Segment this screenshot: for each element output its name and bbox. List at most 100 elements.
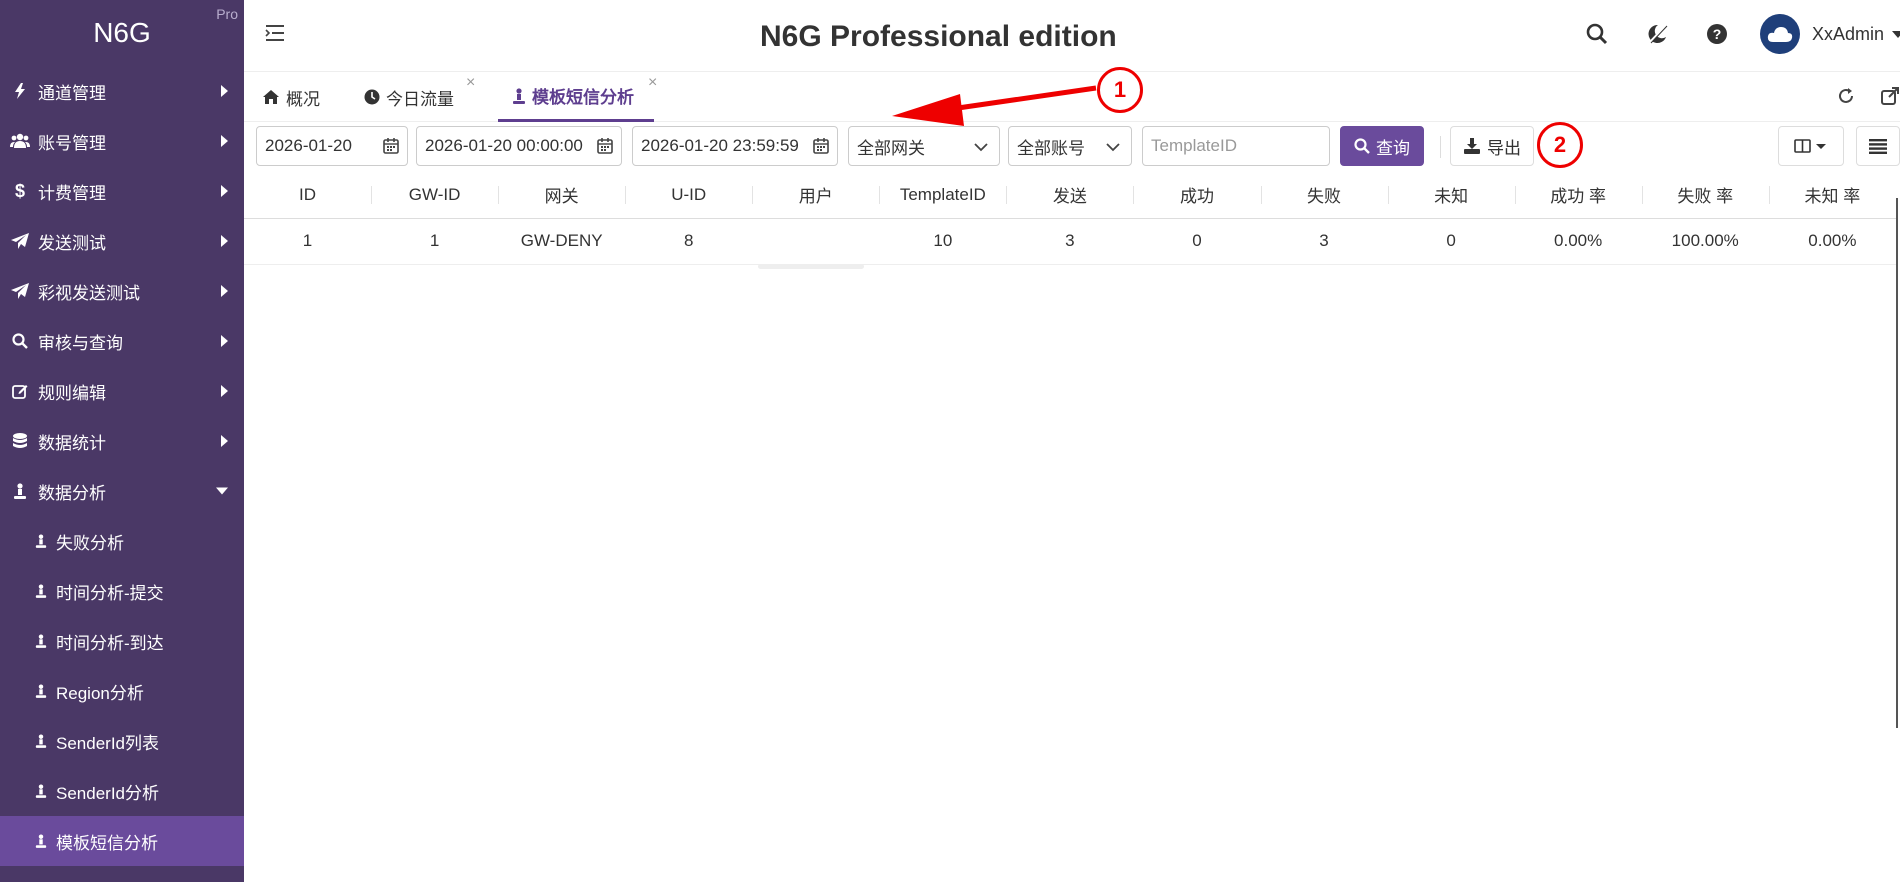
tab-today-traffic[interactable]: 今日流量	[364, 72, 454, 122]
sidebar-subitem-label: 模板短信分析	[56, 833, 158, 853]
divider	[1440, 136, 1441, 158]
list-view-button[interactable]	[1856, 126, 1900, 166]
header: N6G Professional edition ? XxAdmin	[244, 0, 1900, 72]
account-select[interactable]: 全部账号	[1008, 126, 1132, 166]
open-external-icon[interactable]	[1880, 86, 1900, 108]
sidebar-item-label: 发送测试	[38, 233, 106, 253]
sidebar-item-review-query[interactable]: 审核与查询	[0, 316, 244, 366]
column-header[interactable]: 未知	[1387, 172, 1515, 219]
column-header[interactable]: 成功	[1133, 172, 1261, 219]
template-id-field[interactable]	[1142, 126, 1330, 166]
sidebar-subitem-time-submit[interactable]: 时间分析-提交	[0, 566, 244, 616]
end-time-field[interactable]: 2026-01-20 23:59:59	[632, 126, 838, 166]
avatar[interactable]	[1760, 14, 1800, 54]
calendar-icon[interactable]	[813, 138, 829, 159]
sidebar-item-rule-edit[interactable]: 规则编辑	[0, 366, 244, 416]
calendar-icon[interactable]	[597, 138, 613, 159]
table-cell	[752, 218, 880, 265]
tab-label: 概况	[286, 89, 320, 109]
table-cell: 0	[1387, 218, 1515, 265]
table-row[interactable]: 1 1 GW-DENY 8 10 3 0 3 0 0.00% 100.00% 0…	[244, 218, 1896, 265]
sidebar-item-label: 通道管理	[38, 83, 106, 103]
page-title: N6G Professional edition	[760, 20, 1117, 53]
column-header[interactable]: GW-ID	[371, 172, 499, 219]
dollar-icon: $	[14, 180, 25, 201]
person-icon	[32, 633, 50, 649]
calendar-icon[interactable]	[383, 138, 399, 159]
close-icon[interactable]: ×	[466, 74, 475, 92]
table-cell: 10	[879, 218, 1007, 265]
start-time-field[interactable]: 2026-01-20 00:00:00	[416, 126, 622, 166]
column-header[interactable]: U-ID	[625, 172, 753, 219]
date-value: 2026-01-20	[265, 136, 352, 155]
tab-template-sms-analysis[interactable]: 模板短信分析	[498, 72, 654, 122]
columns-toggle-button[interactable]	[1778, 126, 1844, 166]
chevron-right-icon	[221, 385, 228, 397]
column-header[interactable]: 成功 率	[1514, 172, 1642, 219]
menu-toggle-icon[interactable]	[264, 22, 286, 44]
query-button[interactable]: 查询	[1340, 126, 1424, 166]
paper-plane-icon	[8, 283, 32, 299]
tab-overview[interactable]: 概况	[262, 72, 320, 122]
sidebar-item-label: 计费管理	[38, 183, 106, 203]
chevron-down-icon[interactable]	[1892, 31, 1900, 38]
column-header[interactable]: 失败	[1260, 172, 1388, 219]
sidebar-item-data-statistics[interactable]: 数据统计	[0, 416, 244, 466]
person-icon	[8, 483, 32, 499]
chevron-right-icon	[221, 285, 228, 297]
sidebar-subitem-region-analysis[interactable]: Region分析	[0, 666, 244, 716]
sidebar-item-account-management[interactable]: 账号管理	[0, 116, 244, 166]
chevron-down-icon	[973, 139, 989, 160]
gateway-select[interactable]: 全部网关	[848, 126, 1000, 166]
column-header[interactable]: 网关	[498, 172, 626, 219]
column-header[interactable]: 失败 率	[1641, 172, 1769, 219]
chevron-down-icon	[1105, 139, 1121, 160]
brand-name: N6G	[93, 17, 151, 48]
sidebar-item-channel-management[interactable]: 通道管理	[0, 66, 244, 116]
brand: N6G Pro	[0, 0, 244, 66]
svg-text:?: ?	[1713, 26, 1722, 42]
sidebar-subitem-label: SenderId分析	[56, 783, 159, 803]
sidebar-subitem-senderid-analysis[interactable]: SenderId分析	[0, 766, 244, 816]
sidebar-item-label: 彩视发送测试	[38, 283, 140, 303]
user-name[interactable]: XxAdmin	[1812, 24, 1884, 45]
sidebar-item-label: 审核与查询	[38, 333, 123, 353]
sidebar-subitem-senderid-list[interactable]: SenderId列表	[0, 716, 244, 766]
chevron-right-icon	[221, 435, 228, 447]
sidebar-item-label: 规则编辑	[38, 383, 106, 403]
table-cell: 1	[371, 218, 499, 265]
search-icon[interactable]	[1584, 21, 1610, 47]
gateway-select-value: 全部网关	[857, 138, 925, 158]
template-id-input[interactable]	[1151, 136, 1329, 156]
vertical-scrollbar[interactable]	[1896, 198, 1898, 728]
column-header[interactable]: 用户	[752, 172, 880, 219]
horizontal-scrollbar[interactable]	[758, 264, 864, 269]
sidebar-item-data-analysis[interactable]: 数据分析	[0, 466, 244, 516]
close-icon[interactable]: ×	[648, 74, 657, 92]
date-field[interactable]: 2026-01-20	[256, 126, 408, 166]
help-icon[interactable]: ?	[1704, 21, 1730, 47]
sidebar-item-billing-management[interactable]: $ 计费管理	[0, 166, 244, 216]
refresh-icon[interactable]	[1836, 86, 1858, 108]
table-cell: 100.00%	[1641, 218, 1769, 265]
column-header[interactable]: TemplateID	[879, 172, 1007, 219]
query-button-label: 查询	[1376, 138, 1410, 158]
chevron-right-icon	[221, 235, 228, 247]
sidebar-item-send-test[interactable]: 发送测试	[0, 216, 244, 266]
sidebar-item-rich-media-test[interactable]: 彩视发送测试	[0, 266, 244, 316]
bolt-icon	[8, 83, 32, 99]
person-icon	[32, 533, 50, 549]
sidebar-subitem-label: 时间分析-到达	[56, 633, 164, 653]
column-header[interactable]: 未知 率	[1768, 172, 1896, 219]
theme-icon[interactable]	[1644, 21, 1670, 47]
sidebar-subitem-label: SenderId列表	[56, 733, 159, 753]
sidebar-subitem-template-sms-analysis[interactable]: 模板短信分析	[0, 816, 244, 866]
export-button-label: 导出	[1487, 138, 1521, 158]
sidebar-subitem-failure-analysis[interactable]: 失败分析	[0, 516, 244, 566]
column-header[interactable]: 发送	[1006, 172, 1134, 219]
column-header[interactable]: ID	[244, 172, 372, 219]
sidebar-subitem-time-arrive[interactable]: 时间分析-到达	[0, 616, 244, 666]
table-cell: 3	[1260, 218, 1388, 265]
table-header-row: ID GW-ID 网关 U-ID 用户 TemplateID 发送 成功 失败 …	[244, 172, 1896, 219]
export-button[interactable]: 导出	[1450, 126, 1534, 166]
